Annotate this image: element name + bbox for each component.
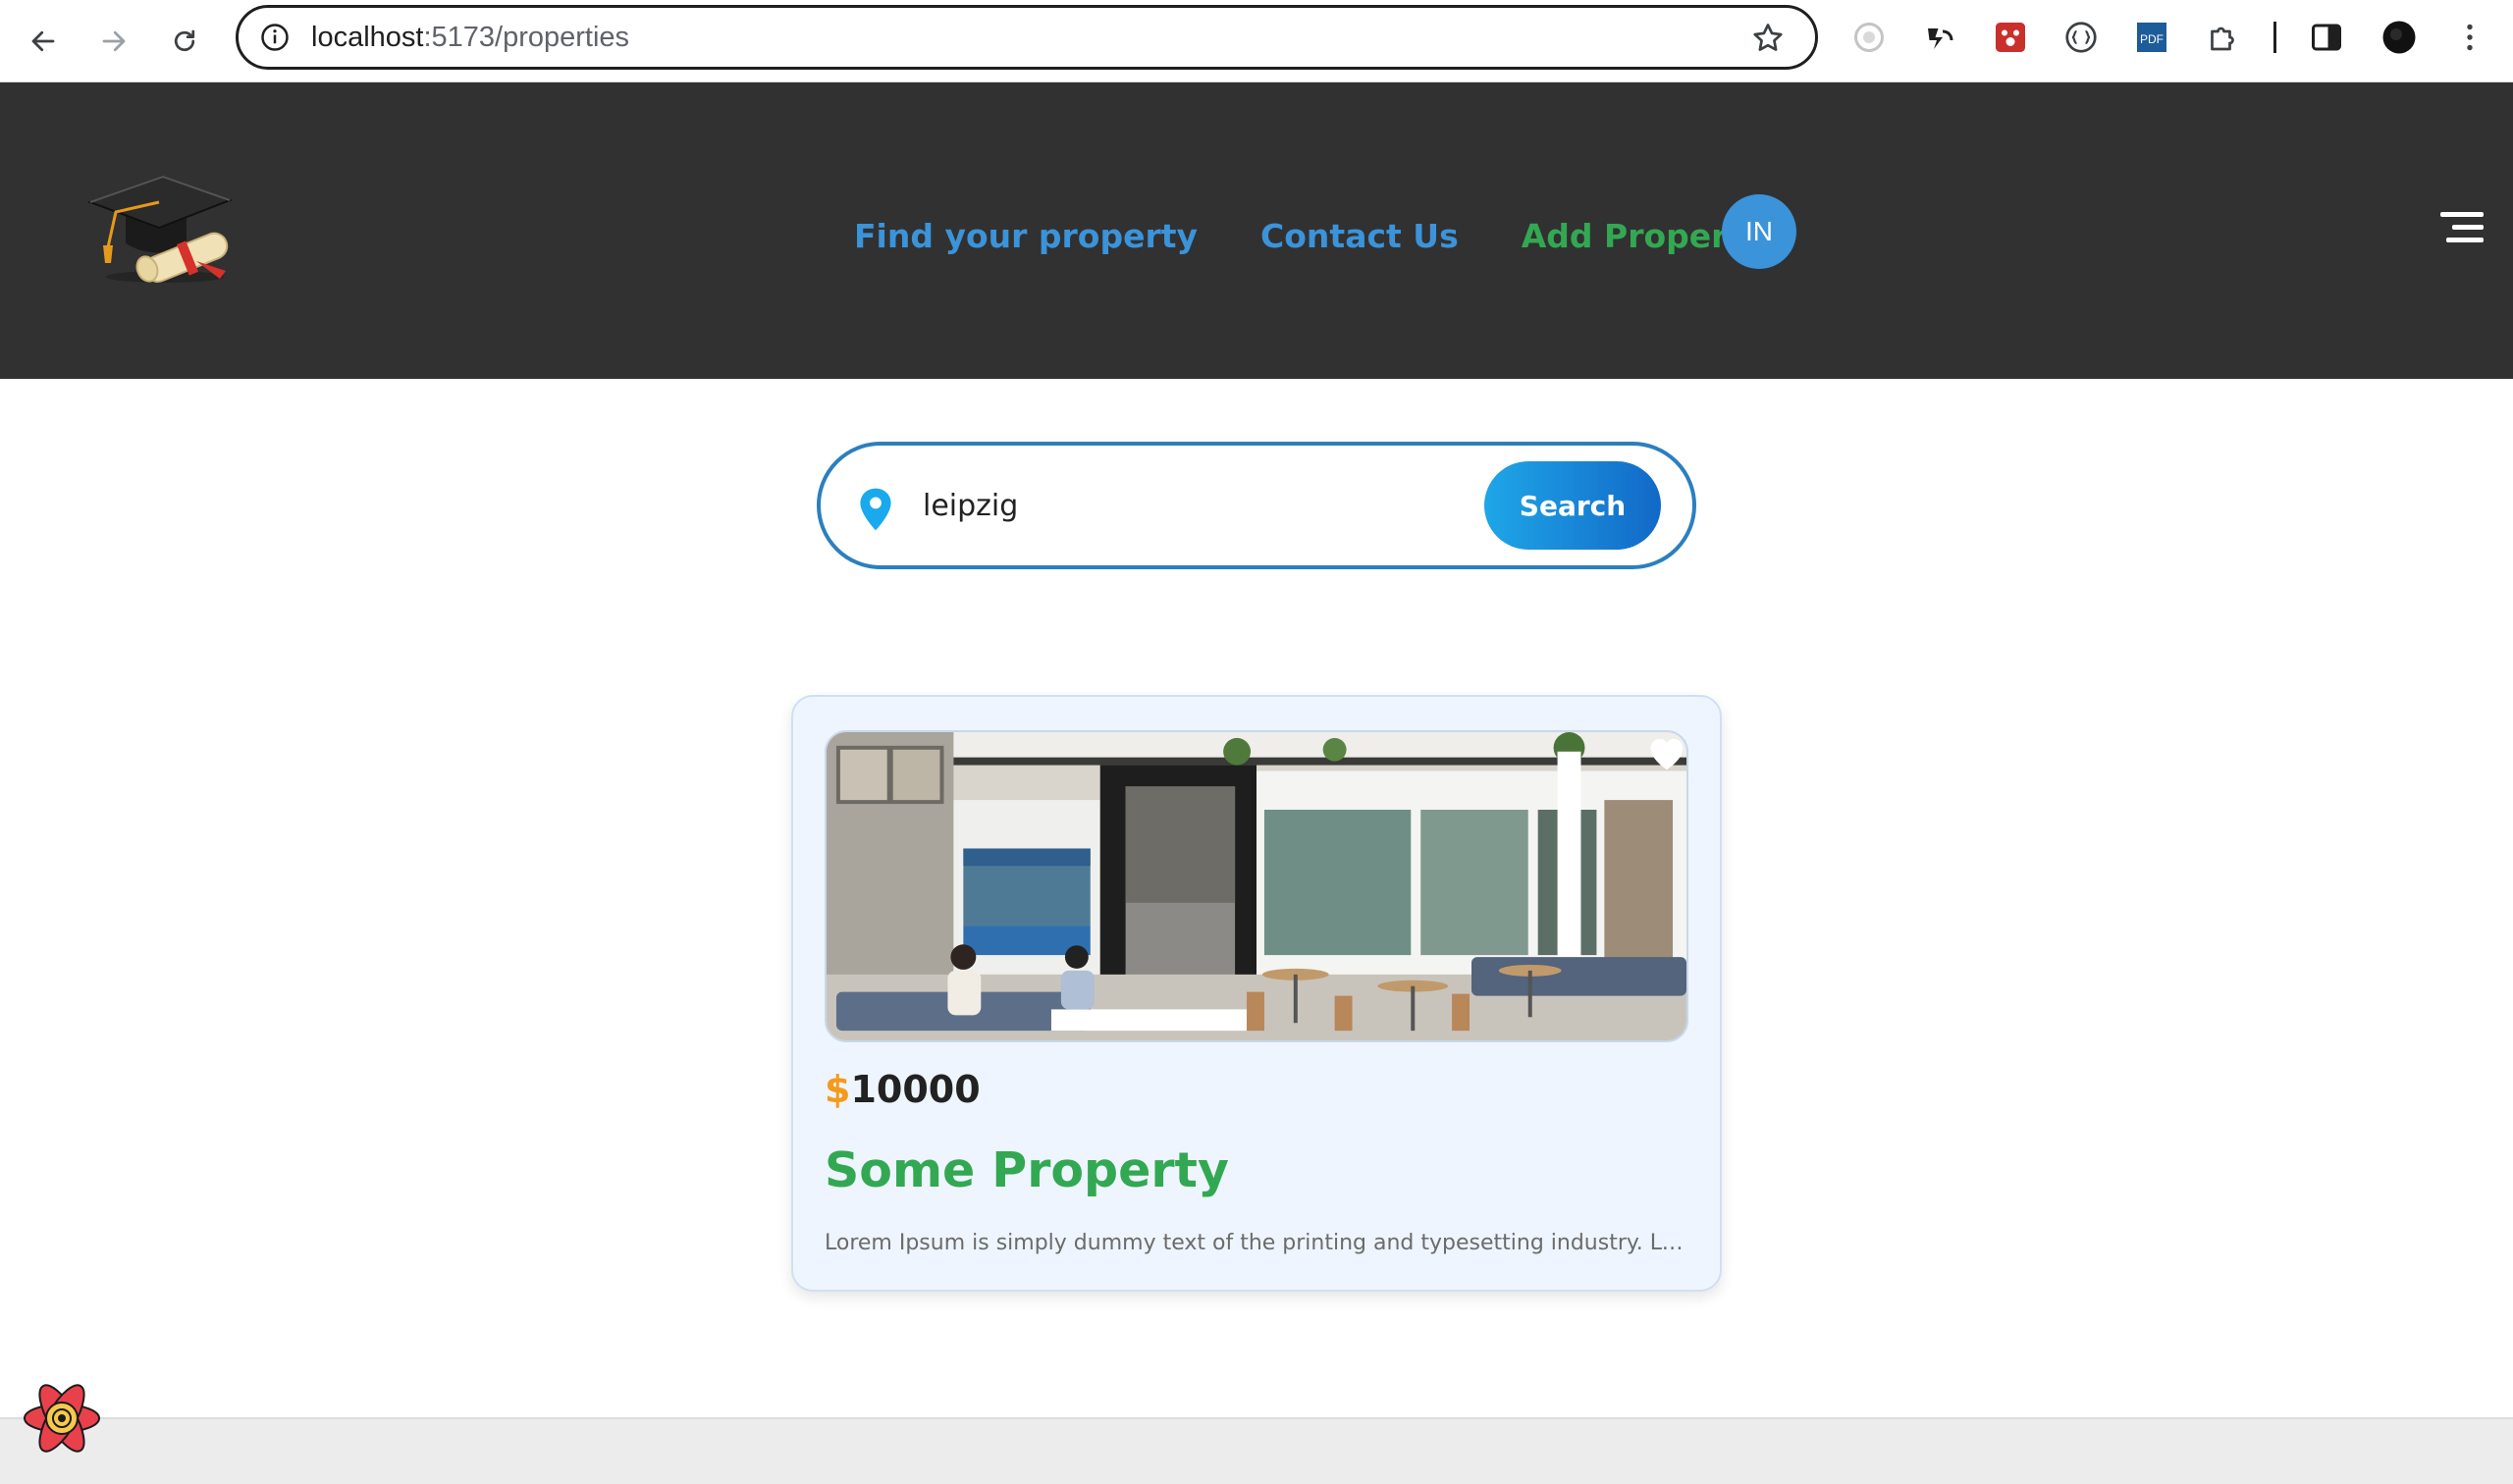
location-search-input[interactable] <box>923 475 1472 536</box>
bookmark-star-icon[interactable] <box>1750 21 1786 56</box>
site-header: Find your property Contact Us Add Proper… <box>0 82 2513 379</box>
url-text[interactable]: localhost:5173/properties <box>311 22 629 54</box>
privacy-extension-icon[interactable] <box>1849 18 1889 57</box>
pdf-extension-icon[interactable]: PDF <box>2132 18 2171 57</box>
graduation-cap-logo-icon[interactable] <box>86 167 243 285</box>
url-path: :5173/properties <box>423 22 630 53</box>
arrow-left-icon <box>31 30 55 52</box>
paw-extension-icon[interactable] <box>1991 18 2030 57</box>
favorite-heart-icon[interactable] <box>1645 732 1688 771</box>
forward-button[interactable] <box>90 18 137 65</box>
arrow-right-icon <box>102 30 126 52</box>
react-devtools-icon[interactable] <box>22 1378 102 1458</box>
property-price: $10000 <box>825 1068 981 1111</box>
address-bar[interactable]: localhost:5173/properties <box>236 5 1818 70</box>
user-avatar[interactable]: IN <box>1722 194 1796 269</box>
price-value: 10000 <box>850 1068 981 1111</box>
readaloud-extension-icon[interactable] <box>1920 18 1959 57</box>
location-pin-icon <box>860 488 891 531</box>
property-card[interactable]: $10000 Some Property Lorem Ipsum is simp… <box>791 695 1722 1292</box>
page-footer <box>0 1417 2513 1484</box>
profile-avatar-icon[interactable] <box>2379 18 2419 57</box>
search-button[interactable]: Search <box>1484 461 1661 550</box>
site-info-icon[interactable] <box>260 23 290 52</box>
reload-icon <box>174 29 195 52</box>
puzzle-extensions-icon[interactable] <box>2203 18 2242 57</box>
browser-toolbar: localhost:5173/properties PDF <box>0 0 2513 82</box>
json-viewer-extension-icon[interactable] <box>2061 18 2101 57</box>
property-title[interactable]: Some Property <box>825 1142 1229 1198</box>
side-panel-icon[interactable] <box>2307 18 2346 57</box>
nav-find-property[interactable]: Find your property <box>854 217 1198 255</box>
reload-button[interactable] <box>161 18 208 65</box>
browser-menu-icon[interactable] <box>2450 18 2489 57</box>
main-navigation: Find your property Contact Us Add Proper… <box>854 206 1827 265</box>
nav-contact-us[interactable]: Contact Us <box>1260 217 1459 255</box>
property-description: Lorem Ipsum is simply dummy text of the … <box>825 1231 1688 1255</box>
property-photo[interactable] <box>825 730 1688 1042</box>
url-host: localhost <box>311 22 424 53</box>
back-button[interactable] <box>20 18 67 65</box>
toolbar-divider <box>2273 22 2276 53</box>
svg-text:PDF: PDF <box>2140 32 2164 46</box>
currency-symbol: $ <box>825 1068 851 1111</box>
location-search-bar: Search <box>817 442 1696 569</box>
hamburger-menu-icon[interactable] <box>2440 210 2484 245</box>
